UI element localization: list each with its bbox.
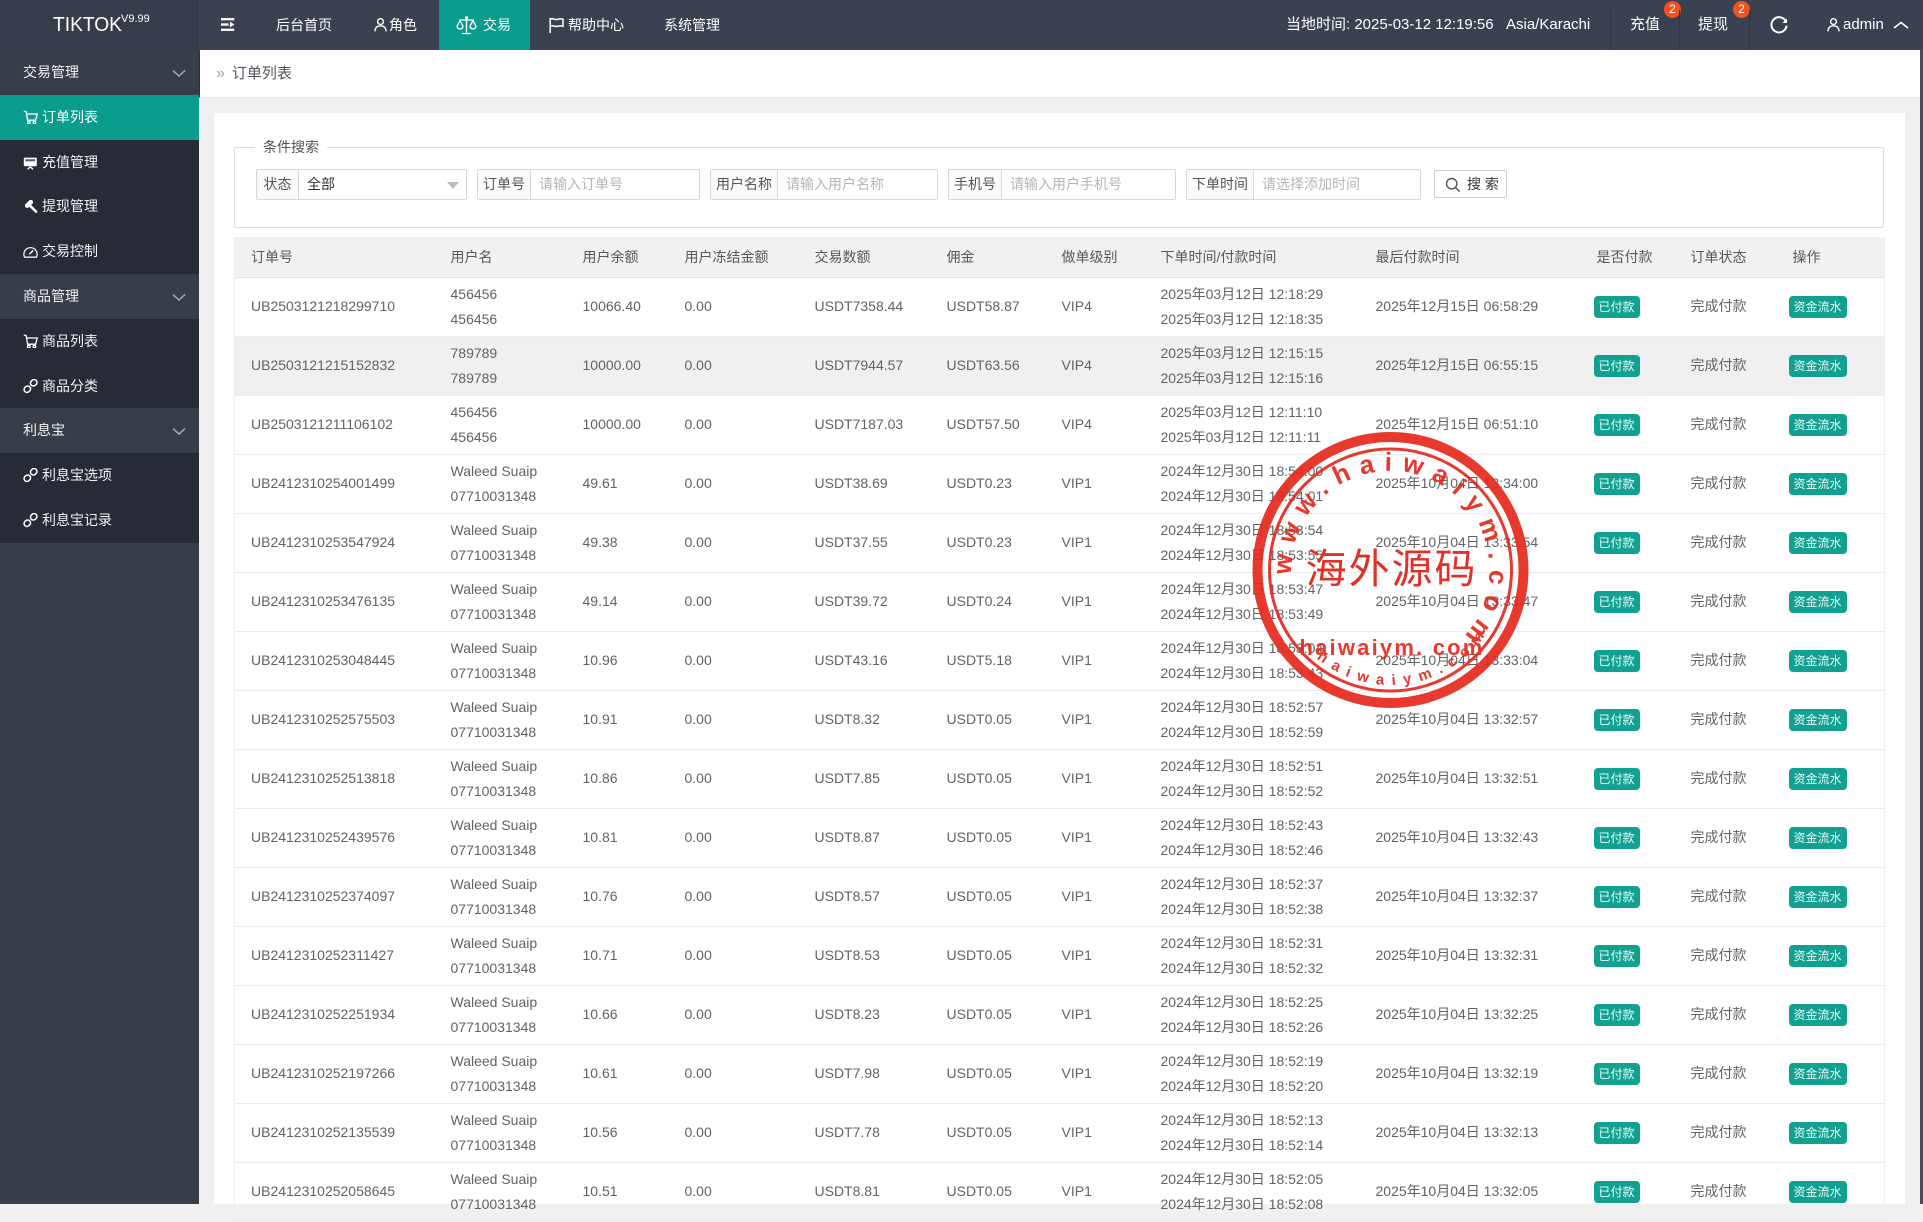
svg-text:haiwaiym. com: haiwaiym. com	[1299, 635, 1484, 660]
